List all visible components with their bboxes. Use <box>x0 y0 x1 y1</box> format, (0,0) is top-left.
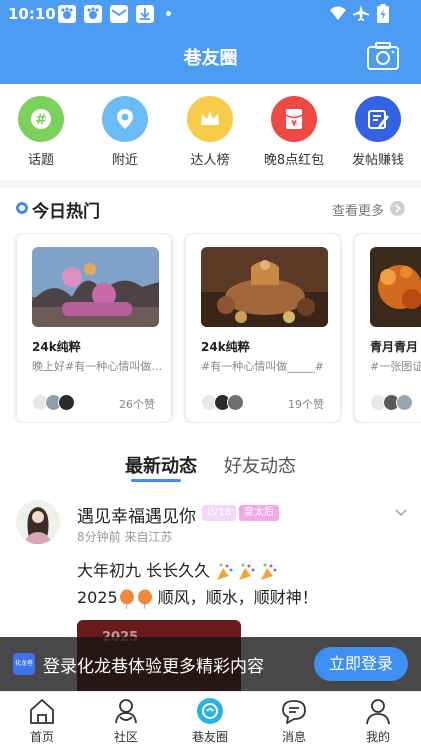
tab-indicator <box>131 479 181 482</box>
nav-profile[interactable]: 我的 <box>348 696 408 745</box>
login-button[interactable]: 立即登录 <box>314 647 408 681</box>
hot-card-image <box>370 247 421 327</box>
post-avatar[interactable] <box>16 500 60 544</box>
hashtag-icon: # <box>18 96 64 142</box>
quick-menu-nearby[interactable]: 附近 <box>93 96 157 168</box>
post-text: 顺风，顺水，顺财神！ <box>157 588 318 607</box>
hot-card-desc: #一张图证明… <box>370 360 421 373</box>
avatar <box>58 394 75 411</box>
post-username[interactable]: 遇见幸福遇见你 <box>77 502 196 527</box>
svg-text:#: # <box>35 112 47 128</box>
hot-card[interactable]: 24k纯粹 晚上好#有一种心情叫做… 26个赞 <box>16 233 172 423</box>
tab-friends[interactable]: 好友动态 <box>224 452 296 478</box>
section-divider <box>0 180 421 188</box>
app-logo-icon: 化龙巷 <box>13 653 35 675</box>
download-icon <box>136 5 154 23</box>
nav-messages[interactable]: 消息 <box>264 696 324 745</box>
quick-menu-label: 达人榜 <box>190 153 230 168</box>
hot-card-likes: 19个赞 <box>288 398 324 411</box>
avatar <box>396 394 413 411</box>
nav-label: 社区 <box>113 730 138 744</box>
bottom-nav: 首页 社区 巷友圈 消息 我的 <box>0 691 421 748</box>
post-text: 大年初九 长长久久 <box>77 561 211 580</box>
airplane-mode-icon <box>353 5 369 21</box>
hot-card-desc: #有一种心情叫做_____# <box>201 360 324 373</box>
chevron-right-icon[interactable] <box>390 201 405 216</box>
quick-menu-label: 附近 <box>111 153 138 168</box>
crown-icon <box>187 96 233 142</box>
hot-card[interactable]: 24k纯粹 #有一种心情叫做_____# 19个赞 <box>185 233 341 423</box>
hot-card-image <box>32 247 159 327</box>
hot-cards-carousel[interactable]: 24k纯粹 晚上好#有一种心情叫做… 26个赞 24k纯粹 #有一种心情叫做__… <box>0 233 421 423</box>
balloon-icon <box>119 589 152 609</box>
nav-community[interactable]: 社区 <box>96 696 156 745</box>
hot-card-image <box>201 247 328 327</box>
hot-card-title: 24k纯粹 <box>32 340 81 354</box>
wifi-icon <box>330 6 346 20</box>
post-meta: 8分钟前 来自江苏 <box>77 530 173 544</box>
quick-menu-post-earn[interactable]: 发帖赚钱 <box>346 96 410 168</box>
nav-label: 巷友圈 <box>191 730 228 744</box>
nav-label: 我的 <box>365 730 390 744</box>
app-notification-icon <box>84 5 102 23</box>
post-edit-icon <box>355 96 401 142</box>
level-badge: LV18 <box>202 505 237 521</box>
message-icon <box>282 700 306 724</box>
quick-menu-label: 发帖赚钱 <box>351 153 404 168</box>
friends-circle-icon <box>197 698 223 724</box>
role-badge: 皇太后 <box>239 505 279 521</box>
location-icon <box>102 96 148 142</box>
quick-menu-label: 晚8点红包 <box>263 153 325 168</box>
nav-home[interactable]: 首页 <box>12 696 72 745</box>
chevron-down-icon[interactable] <box>394 508 408 518</box>
camera-icon[interactable] <box>366 41 400 71</box>
app-notification-icon <box>58 5 76 23</box>
hot-card[interactable]: 青月青月 #一张图证明… <box>354 233 421 423</box>
nav-label: 首页 <box>29 730 54 744</box>
hot-section-header: 今日热门 查看更多 <box>0 196 421 222</box>
see-more-link[interactable]: 查看更多 <box>332 200 384 219</box>
status-time: 10:10 <box>8 5 56 23</box>
quick-menu-topics[interactable]: # 话题 <box>9 96 73 168</box>
tab-latest[interactable]: 最新动态 <box>125 452 197 478</box>
post-text-line: 2025 顺风，顺水，顺财神！ <box>77 584 318 609</box>
community-icon <box>115 699 137 724</box>
quick-menu-rankings[interactable]: 达人榜 <box>178 96 242 168</box>
notification-dot-icon <box>166 11 171 16</box>
mail-icon <box>110 5 128 23</box>
header-bar: 10:10 巷友圈 <box>0 0 421 84</box>
login-prompt-text: 登录化龙巷体验更多精彩内容 <box>43 657 264 677</box>
profile-icon <box>366 699 390 725</box>
page-title: 巷友圈 <box>183 48 238 69</box>
red-envelope-icon: ¥ <box>271 96 317 142</box>
quick-menu-red-envelope[interactable]: ¥ 晚8点红包 <box>262 96 326 168</box>
app-screen: 10:10 巷友圈 # 话题 附近 达人榜 ¥ 晚8点红包 发帖赚钱 今日热门 … <box>0 0 421 748</box>
section-marker-icon <box>16 202 28 214</box>
party-popper-icon <box>217 563 277 580</box>
avatar <box>227 394 244 411</box>
status-bar: 10:10 <box>0 0 421 28</box>
quick-menu: # 话题 附近 达人榜 ¥ 晚8点红包 发帖赚钱 <box>0 84 421 180</box>
hot-section-title: 今日热门 <box>32 202 100 222</box>
home-icon <box>30 699 54 724</box>
battery-charging-icon <box>377 4 389 23</box>
quick-menu-label: 话题 <box>27 153 54 168</box>
hot-card-title: 青月青月 <box>370 340 419 354</box>
hot-card-likes: 26个赞 <box>119 398 155 411</box>
svg-text:¥: ¥ <box>291 119 297 128</box>
nav-label: 消息 <box>281 730 306 744</box>
login-banner: 化龙巷 登录化龙巷体验更多精彩内容 立即登录 <box>0 637 421 691</box>
post-year: 2025 <box>77 588 118 607</box>
hot-card-desc: 晚上好#有一种心情叫做… <box>32 360 162 373</box>
nav-friends-circle[interactable]: 巷友圈 <box>180 696 240 745</box>
post-text-line: 大年初九 长长久久 <box>77 557 281 582</box>
hot-card-title: 24k纯粹 <box>201 340 250 354</box>
